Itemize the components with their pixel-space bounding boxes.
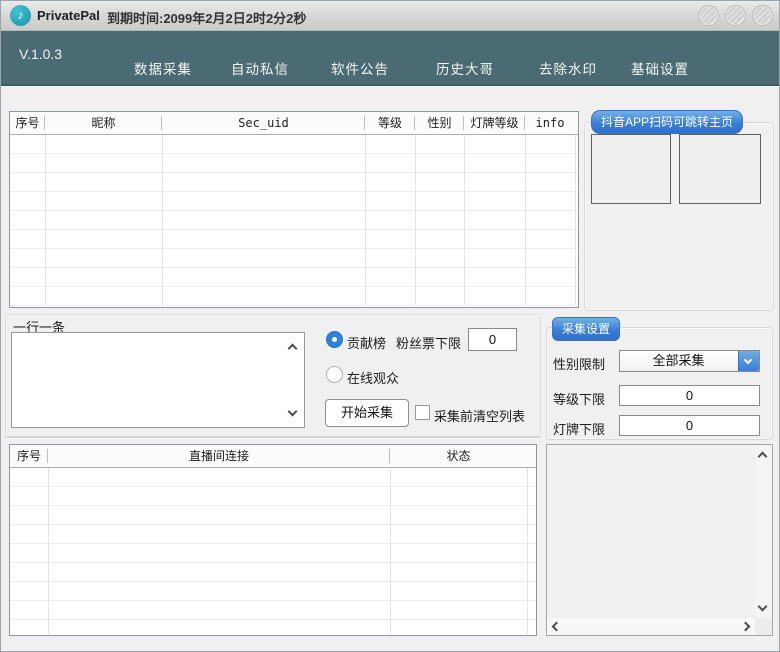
level-limit-input[interactable]	[619, 385, 760, 406]
chevron-down-icon	[743, 355, 753, 365]
scrollbar-corner	[755, 618, 772, 635]
col-sec-uid[interactable]: Sec_uid	[162, 112, 365, 134]
col-room-link[interactable]: 直播间连接	[48, 445, 390, 467]
gender-limit-label: 性别限制	[553, 357, 606, 372]
col-room-index[interactable]: 序号	[10, 445, 48, 467]
qr-scan-hint-badge: 抖音APP扫码可跳转主页	[591, 110, 744, 134]
col-room-status[interactable]: 状态	[390, 445, 527, 467]
scroll-left-icon[interactable]	[551, 621, 562, 632]
scroll-down-icon[interactable]	[757, 601, 768, 612]
vertical-scrollbar[interactable]	[755, 445, 772, 618]
close-button[interactable]	[752, 5, 773, 26]
user-table-header: 序号 昵称 Sec_uid 等级 性别 灯牌等级 info	[10, 112, 578, 135]
minimize-button[interactable]	[698, 5, 719, 26]
fans-ticket-limit-input[interactable]	[468, 328, 517, 351]
col-info[interactable]: info	[525, 112, 575, 134]
user-table-body[interactable]	[10, 135, 578, 307]
app-title: PrivatePal	[37, 8, 100, 23]
maximize-button[interactable]	[725, 5, 746, 26]
level-limit-label: 等级下限	[553, 392, 606, 407]
gender-limit-select[interactable]: 全部采集	[619, 350, 760, 372]
nav-bar: V.1.0.3 数据采集 自动私信 软件公告 历史大哥 去除水印 基础设置	[1, 31, 779, 86]
lamp-limit-label: 灯牌下限	[553, 422, 606, 437]
expire-time-text: 到期时间:2099年2月2日2时2分2秒	[107, 11, 307, 26]
fans-ticket-limit-label: 粉丝票下限	[396, 336, 462, 351]
collect-settings-badge: 采集设置	[552, 317, 621, 341]
section-divider	[5, 437, 541, 439]
radio-online-viewers[interactable]	[326, 366, 343, 383]
column-divider	[415, 135, 416, 306]
column-divider	[365, 135, 366, 306]
column-divider	[48, 468, 49, 634]
clear-list-checkbox-label[interactable]: 采集前清空列表	[434, 406, 525, 425]
column-divider	[45, 135, 46, 306]
col-nickname[interactable]: 昵称	[45, 112, 162, 134]
log-box[interactable]	[546, 444, 773, 636]
nav-item-history[interactable]: 历史大哥	[436, 58, 494, 78]
room-table-body[interactable]	[10, 468, 536, 635]
qr-code-box-2	[679, 134, 761, 204]
column-divider	[162, 135, 163, 306]
room-table-header: 序号 直播间连接 状态	[10, 445, 536, 468]
app-window: ♪ PrivatePal 到期时间:2099年2月2日2时2分2秒 V.1.0.…	[0, 0, 780, 652]
dropdown-arrow-button[interactable]	[738, 351, 759, 371]
gender-limit-value: 全部采集	[652, 353, 705, 368]
col-gender[interactable]: 性别	[415, 112, 464, 134]
user-table[interactable]: 序号 昵称 Sec_uid 等级 性别 灯牌等级 info	[9, 111, 579, 308]
col-index[interactable]: 序号	[10, 112, 45, 134]
radio-contribution-list[interactable]	[326, 331, 343, 348]
column-divider	[525, 135, 526, 306]
room-table[interactable]: 序号 直播间连接 状态	[9, 444, 537, 636]
col-level[interactable]: 等级	[365, 112, 415, 134]
version-label: V.1.0.3	[19, 46, 63, 62]
start-collect-button[interactable]: 开始采集	[325, 399, 409, 427]
nav-item-announcement[interactable]: 软件公告	[331, 58, 389, 78]
scroll-up-icon[interactable]	[757, 451, 768, 462]
nav-item-data-collect[interactable]: 数据采集	[134, 58, 192, 78]
nav-item-basic-settings[interactable]: 基础设置	[631, 58, 689, 78]
title-bar: ♪ PrivatePal 到期时间:2099年2月2日2时2分2秒	[1, 1, 779, 31]
column-divider	[390, 468, 391, 634]
radio-selected-dot	[332, 337, 337, 342]
horizontal-scrollbar[interactable]	[547, 618, 755, 635]
column-divider	[575, 135, 576, 306]
nav-item-watermark-remove[interactable]: 去除水印	[539, 58, 597, 78]
room-links-textarea-wrap	[11, 332, 305, 428]
clear-list-checkbox[interactable]	[415, 405, 430, 420]
column-divider	[464, 135, 465, 306]
qr-code-box-1	[591, 134, 671, 204]
nav-item-auto-message[interactable]: 自动私信	[231, 58, 289, 78]
room-links-textarea[interactable]	[12, 333, 304, 427]
scroll-right-icon[interactable]	[740, 621, 751, 632]
column-divider	[527, 468, 528, 634]
app-logo-music-note-icon: ♪	[10, 5, 31, 26]
radio-contribution-label[interactable]: 贡献榜	[347, 333, 386, 352]
radio-online-label[interactable]: 在线观众	[347, 368, 399, 387]
col-lamp-level[interactable]: 灯牌等级	[464, 112, 525, 134]
lamp-limit-input[interactable]	[619, 415, 760, 436]
